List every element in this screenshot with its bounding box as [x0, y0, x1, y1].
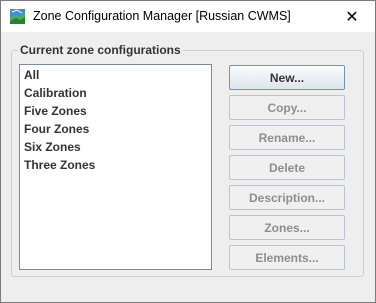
new-button[interactable]: New... — [229, 65, 345, 90]
list-item[interactable]: All — [24, 68, 39, 82]
zone-configuration-list[interactable]: All Calibration Five Zones Four Zones Si… — [19, 64, 212, 270]
list-item[interactable]: Four Zones — [24, 122, 89, 136]
list-item[interactable]: Five Zones — [24, 104, 87, 118]
list-item[interactable]: Three Zones — [24, 158, 95, 172]
list-item[interactable]: Calibration — [24, 86, 87, 100]
zone-configuration-manager-window: Zone Configuration Manager [Russian CWMS… — [0, 0, 376, 303]
delete-button[interactable]: Delete — [229, 155, 345, 180]
group-legend: Current zone configurations — [18, 43, 183, 57]
window-title: Zone Configuration Manager [Russian CWMS… — [33, 9, 291, 23]
elements-button[interactable]: Elements... — [229, 245, 345, 270]
map-icon — [10, 9, 25, 24]
zones-button[interactable]: Zones... — [229, 215, 345, 240]
title-bar[interactable]: Zone Configuration Manager [Russian CWMS… — [1, 1, 375, 32]
copy-button[interactable]: Copy... — [229, 95, 345, 120]
description-button[interactable]: Description... — [229, 185, 345, 210]
close-icon[interactable]: ✕ — [329, 1, 375, 32]
rename-button[interactable]: Rename... — [229, 125, 345, 150]
list-item[interactable]: Six Zones — [24, 140, 81, 154]
